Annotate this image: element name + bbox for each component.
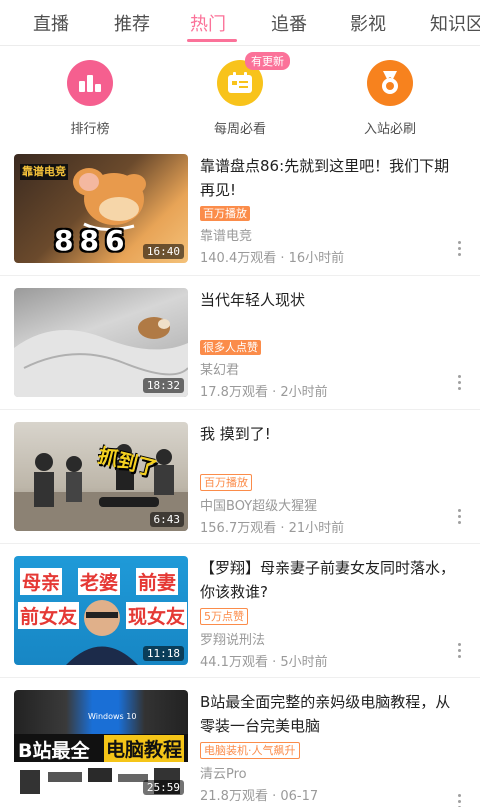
video-thumbnail[interactable]: 靠谱电竞 886 16:40 [14,154,188,263]
video-title[interactable]: B站最全面完整的亲妈级电脑教程，从零装一台完美电脑 [200,690,462,738]
video-stats: 17.8万观看 · 2小时前 [200,385,328,400]
ranking-entry[interactable]: 排行榜 [30,60,150,137]
video-title[interactable]: 【罗翔】母亲妻子前妻女友同时落水，你该救谁? [200,556,462,604]
thumbnail-os-label: Windows 10 [88,712,137,721]
video-stats: 156.7万观看 · 21小时前 [200,521,345,536]
video-tag: 百万播放 [200,474,252,491]
video-tag: 很多人点赞 [200,340,261,355]
video-thumbnail[interactable]: Windows 10 B站最全 电脑教程 25:59 [14,690,188,799]
weekly-entry[interactable]: 有更新 每周必看 [180,52,300,137]
top-tab-bar: 直播 推荐 热门 追番 影视 知识区 [0,0,480,46]
video-duration: 11:18 [142,646,184,661]
video-item[interactable]: 母亲 老婆 前妻 前女友 现女友 11:18 【罗翔】母亲妻子前妻女友同时落水，… [0,544,480,678]
thumbnail-text-b: 电脑教程 [104,735,185,762]
weekly-label: 每周必看 [213,122,266,137]
active-tab-indicator [187,39,237,42]
video-info: 我 摸到了! 百万播放 中国BOY超级大猩猩 156.7万观看 · 21小时前 [200,422,462,536]
video-author[interactable]: 清云Pro [200,763,462,782]
video-author[interactable]: 靠谱电竞 [200,225,462,244]
thumbnail-overlay-text: 886 [54,224,131,257]
video-author[interactable]: 某幻君 [200,359,462,378]
thumbnail-word: 母亲 [20,568,63,595]
video-stats: 21.8万观看 · 06-17 [200,789,319,804]
must-watch-label: 入站必刷 [363,122,416,137]
video-thumbnail[interactable]: 18:32 [14,288,188,397]
medal-icon [367,60,413,106]
ranking-label: 排行榜 [70,122,110,137]
video-duration: 25:59 [142,780,184,795]
tab-anime[interactable]: 追番 [271,10,307,36]
video-info: 【罗翔】母亲妻子前妻女友同时落水，你该救谁? 5万点赞 罗翔说刑法 44.1万观… [200,556,462,670]
more-options-icon[interactable] [458,509,462,525]
thumbnail-text-a: B站最全 [18,740,90,762]
video-info: B站最全面完整的亲妈级电脑教程，从零装一台完美电脑 电脑装机·人气飙升 清云Pr… [200,690,462,804]
video-thumbnail[interactable]: 抓到了 6:43 [14,422,188,531]
video-info: 靠谱盘点86:先就到这里吧！我们下期再见! 百万播放 靠谱电竞 140.4万观看… [200,154,462,266]
video-title[interactable]: 靠谱盘点86:先就到这里吧！我们下期再见! [200,154,462,202]
tab-movies[interactable]: 影视 [350,10,386,36]
video-author[interactable]: 中国BOY超级大猩猩 [200,495,462,514]
video-item[interactable]: Windows 10 B站最全 电脑教程 25:59 B站最全面完整的亲妈级电脑… [0,678,480,807]
video-stats: 140.4万观看 · 16小时前 [200,251,345,266]
video-thumbnail[interactable]: 母亲 老婆 前妻 前女友 现女友 11:18 [14,556,188,665]
video-duration: 6:43 [149,512,184,527]
thumbnail-word: 现女友 [126,602,188,629]
must-watch-entry[interactable]: 入站必刷 [330,60,450,137]
video-info: 当代年轻人现状 很多人点赞 某幻君 17.8万观看 · 2小时前 [200,288,462,400]
tab-recommend[interactable]: 推荐 [114,10,150,36]
thumbnail-word: 前妻 [136,568,179,595]
tab-knowledge[interactable]: 知识区 [430,10,480,36]
quick-entries: 排行榜 有更新 每周必看 入站必刷 [0,46,480,142]
bar-chart-icon [67,60,113,106]
more-options-icon[interactable] [458,643,462,659]
video-tag: 5万点赞 [200,608,248,625]
more-options-icon[interactable] [458,241,462,257]
video-item[interactable]: 靠谱电竞 886 16:40 靠谱盘点86:先就到这里吧！我们下期再见! 百万播… [0,142,480,276]
thumbnail-logo: 靠谱电竞 [20,164,68,180]
update-badge: 有更新 [245,52,290,70]
thumbnail-word: 前女友 [18,602,80,629]
video-item[interactable]: 抓到了 6:43 我 摸到了! 百万播放 中国BOY超级大猩猩 156.7万观看… [0,410,480,544]
tab-hot[interactable]: 热门 [190,10,226,36]
video-title[interactable]: 当代年轻人现状 [200,288,462,312]
calendar-icon: 有更新 [217,52,290,106]
video-tag: 百万播放 [200,206,250,221]
tab-live[interactable]: 直播 [33,10,69,36]
more-options-icon[interactable] [458,375,462,391]
video-title[interactable]: 我 摸到了! [200,422,462,446]
video-duration: 16:40 [142,244,184,259]
thumbnail-word: 老婆 [78,568,121,595]
video-stats: 44.1万观看 · 5小时前 [200,655,328,670]
video-tag: 电脑装机·人气飙升 [200,742,300,759]
video-author[interactable]: 罗翔说刑法 [200,629,462,648]
more-options-icon[interactable] [458,794,462,807]
video-duration: 18:32 [142,378,184,393]
video-item[interactable]: 18:32 当代年轻人现状 很多人点赞 某幻君 17.8万观看 · 2小时前 [0,276,480,410]
